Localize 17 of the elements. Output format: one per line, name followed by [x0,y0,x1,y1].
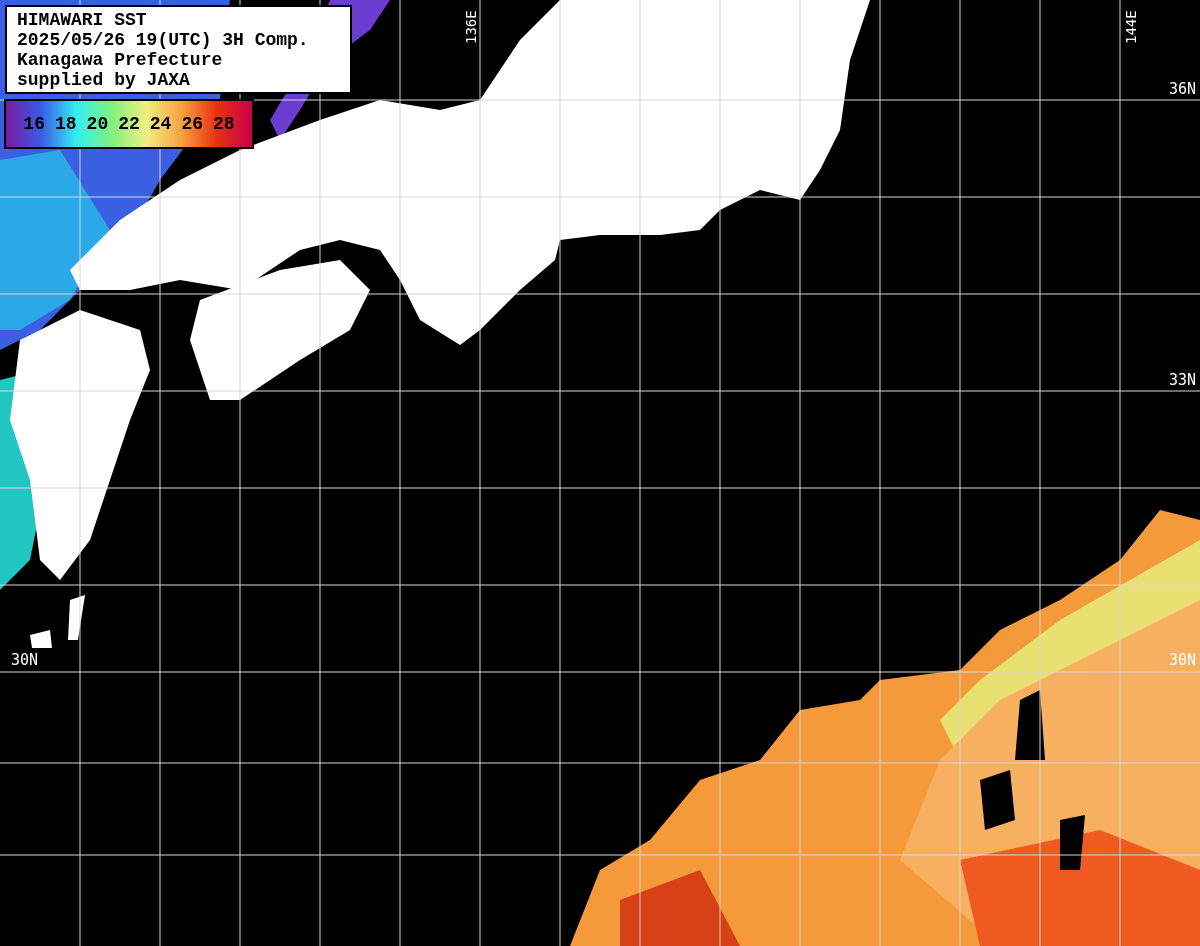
latitude-label: 30N [1168,651,1196,669]
legend-tick-label: 20 [86,112,109,136]
info-text: HIMAWARI SST [17,10,148,30]
longitude-label: 136E [463,10,479,44]
legend-tick-label: 26 [181,112,203,136]
legend-tick-label: 18 [54,112,77,136]
legend-tick-label: 16 [23,112,45,136]
legend-tick-label: 28 [213,112,235,136]
latitude-label: 33N [1168,371,1196,389]
latitude-label: 36N [1168,80,1196,98]
legend-tick-label: 24 [149,112,172,136]
info-text: Kanagawa Prefecture [17,50,224,70]
info-text: supplied by JAXA [17,70,191,90]
latitude-label: 30N [11,651,39,669]
legend-tick-label: 22 [118,112,140,136]
longitude-label: 144E [1123,10,1139,44]
info-text: 2025/05/26 19(UTC) 3H Comp. [17,30,310,50]
